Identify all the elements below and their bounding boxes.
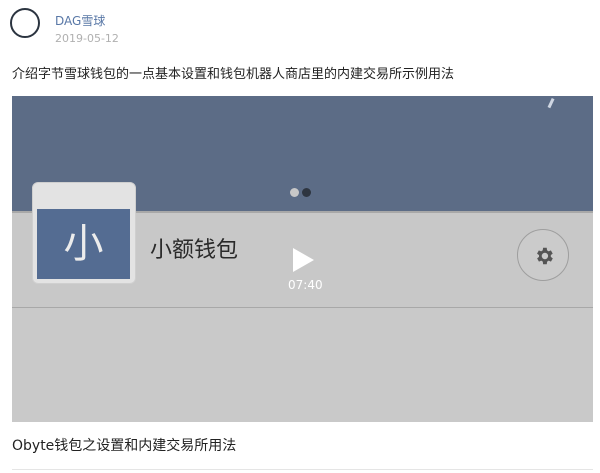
carousel-dots [290,182,314,201]
video-player[interactable]: 小 小额钱包 07:40 [12,96,593,422]
play-icon[interactable] [291,247,315,273]
settings-gear-button [517,229,569,281]
wallet-icon: 小 [37,209,130,279]
author-avatar[interactable] [10,8,40,38]
video-title[interactable]: Obyte钱包之设置和内建交易所用法 [12,435,236,455]
video-duration: 07:40 [288,278,323,292]
settings-gear-icon [537,247,553,265]
post-date: 2019-05-12 [55,32,119,45]
carousel-dot [290,188,299,197]
wallet-name: 小额钱包 [150,238,239,263]
author-name[interactable]: DAG雪球 [55,12,105,29]
thumbnail-divider [12,307,593,308]
carousel-dot-active [302,188,311,197]
divider [12,469,593,470]
wallet-icon-card: 小 [32,182,136,284]
post-description: 介绍字节雪球钱包的一点基本设置和钱包机器人商店里的内建交易所示例用法 [12,67,455,82]
